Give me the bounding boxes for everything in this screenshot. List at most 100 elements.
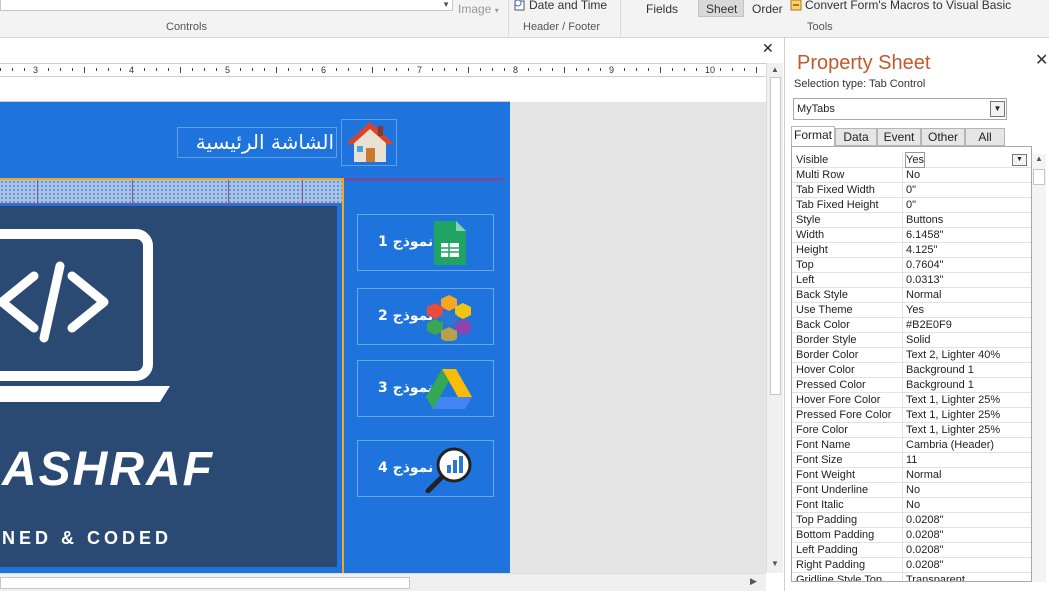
property-value[interactable]: Yes (906, 303, 924, 317)
property-row[interactable]: Border Color Text 2, Lighter 40% (792, 348, 1031, 363)
chevron-down-icon[interactable]: ▼ (990, 101, 1005, 117)
tab-data[interactable]: Data (835, 128, 877, 146)
property-value[interactable]: 0.0208" (906, 558, 944, 572)
property-value[interactable]: 0.0208" (906, 543, 944, 557)
tab-control-strip[interactable] (0, 178, 343, 204)
brand-text: ASHRAF (2, 443, 214, 496)
property-value[interactable]: Normal (906, 468, 941, 482)
property-row[interactable]: Style Buttons (792, 213, 1031, 228)
ruler-number: 4 (129, 65, 135, 75)
page-title[interactable]: الشاشة الرئيسية (177, 127, 337, 158)
order-button[interactable]: Order (752, 2, 783, 16)
property-value[interactable]: 0.0208" (906, 513, 944, 527)
property-row[interactable]: Top Padding 0.0208" (792, 513, 1031, 528)
property-row[interactable]: Font Name Cambria (Header) (792, 438, 1031, 453)
property-row[interactable]: Left Padding 0.0208" (792, 543, 1031, 558)
chevron-down-icon: ▾ (494, 6, 499, 15)
property-row[interactable]: Bottom Padding 0.0208" (792, 528, 1031, 543)
object-selector[interactable]: MyTabs ▼ (793, 98, 1007, 120)
fields-button[interactable]: Fields (646, 2, 678, 16)
property-name: Fore Color (796, 424, 848, 436)
property-row[interactable]: Top 0.7604" (792, 258, 1031, 273)
property-value[interactable]: Normal (906, 288, 941, 302)
property-row[interactable]: Font Size 11 (792, 453, 1031, 468)
convert-macros-button[interactable]: Convert Form's Macros to Visual Basic (790, 0, 1011, 12)
property-value[interactable]: 6.1458" (906, 228, 944, 242)
property-value[interactable]: 4.125" (906, 243, 937, 257)
nav-button-form-3[interactable]: نموذج 3 (357, 360, 494, 417)
property-scrollbar[interactable]: ▲ (1032, 154, 1046, 582)
horizontal-scrollbar[interactable]: ▶ (0, 573, 766, 591)
home-button[interactable] (341, 119, 397, 166)
sheet-button[interactable]: Sheet (706, 2, 737, 16)
property-row[interactable]: Tab Fixed Height 0" (792, 198, 1031, 213)
close-icon[interactable]: ✕ (762, 40, 774, 57)
property-row[interactable]: Right Padding 0.0208" (792, 558, 1031, 573)
property-value[interactable]: 0.7604" (906, 258, 944, 272)
property-row[interactable]: Visible Yes ▼ (792, 152, 1031, 168)
property-row[interactable]: Height 4.125" (792, 243, 1031, 258)
property-row[interactable]: Border Style Solid (792, 333, 1031, 348)
property-value[interactable]: Transparent (906, 573, 965, 581)
property-value[interactable]: Cambria (Header) (906, 438, 994, 452)
close-icon[interactable]: ✕ (1035, 50, 1048, 70)
tab-all[interactable]: All (965, 128, 1005, 146)
form-canvas[interactable]: الشاشة الرئيسية ASHRAF NED & CODED نموذج… (0, 102, 510, 573)
logo-image[interactable]: ASHRAF NED & CODED (0, 206, 337, 567)
tab-event[interactable]: Event (877, 128, 921, 146)
property-row[interactable]: Left 0.0313" (792, 273, 1031, 288)
nav-button-form-1[interactable]: نموذج 1 (357, 214, 494, 271)
vertical-scrollbar[interactable]: ▲ ▼ (766, 63, 783, 573)
property-row[interactable]: Multi Row No (792, 168, 1031, 183)
control-combo[interactable]: ▼ (0, 0, 453, 11)
property-value[interactable]: Text 1, Lighter 25% (906, 423, 1000, 437)
property-value[interactable]: Text 1, Lighter 25% (906, 408, 1000, 422)
date-time-button[interactable]: Date and Time (514, 0, 607, 12)
property-row[interactable]: Tab Fixed Width 0" (792, 183, 1031, 198)
property-value[interactable]: No (906, 498, 920, 512)
property-value[interactable]: 11 (906, 453, 917, 467)
property-value[interactable]: Background 1 (906, 378, 974, 392)
property-value[interactable]: 0" (906, 183, 916, 197)
calendar-clock-icon (514, 0, 525, 11)
property-value[interactable]: Text 1, Lighter 25% (906, 393, 1000, 407)
property-row[interactable]: Font Weight Normal (792, 468, 1031, 483)
property-name: Height (796, 244, 828, 256)
nav-button-form-2[interactable]: نموذج 2 (357, 288, 494, 345)
property-sheet-title: Property Sheet (797, 52, 931, 74)
property-sheet: Property Sheet ✕ Selection type: Tab Con… (784, 38, 1049, 591)
property-row[interactable]: Back Style Normal (792, 288, 1031, 303)
property-row[interactable]: Gridline Style Top Transparent (792, 573, 1031, 581)
property-row[interactable]: Pressed Fore Color Text 1, Lighter 25% (792, 408, 1031, 423)
property-value[interactable]: Yes (905, 152, 925, 168)
property-row[interactable]: Hover Color Background 1 (792, 363, 1031, 378)
property-value[interactable]: Solid (906, 333, 930, 347)
property-row[interactable]: Width 6.1458" (792, 228, 1031, 243)
property-value[interactable]: #B2E0F9 (906, 318, 952, 332)
property-value[interactable]: 0" (906, 198, 916, 212)
property-value[interactable]: Buttons (906, 213, 943, 227)
image-button[interactable]: Image ▾ (458, 2, 499, 16)
chevron-down-icon[interactable]: ▼ (1012, 154, 1027, 166)
property-value[interactable]: Background 1 (906, 363, 974, 377)
home-icon (347, 122, 393, 162)
property-value[interactable]: No (906, 483, 920, 497)
property-row[interactable]: Font Italic No (792, 498, 1031, 513)
nav-button-form-4[interactable]: نموذج 4 (357, 440, 494, 497)
scroll-right-icon[interactable]: ▶ (750, 576, 757, 587)
property-value[interactable]: 0.0208" (906, 528, 944, 542)
property-value[interactable]: Text 2, Lighter 40% (906, 348, 1000, 362)
tab-format[interactable]: Format (791, 126, 835, 147)
scroll-down-icon[interactable]: ▼ (771, 559, 779, 568)
property-value[interactable]: 0.0313" (906, 273, 944, 287)
property-row[interactable]: Use Theme Yes (792, 303, 1031, 318)
tab-other[interactable]: Other (921, 128, 965, 146)
property-value[interactable]: No (906, 168, 920, 182)
scroll-up-icon[interactable]: ▲ (771, 65, 779, 74)
property-row[interactable]: Pressed Color Background 1 (792, 378, 1031, 393)
property-row[interactable]: Fore Color Text 1, Lighter 25% (792, 423, 1031, 438)
scroll-up-icon[interactable]: ▲ (1035, 154, 1043, 163)
property-row[interactable]: Font Underline No (792, 483, 1031, 498)
property-row[interactable]: Hover Fore Color Text 1, Lighter 25% (792, 393, 1031, 408)
property-row[interactable]: Back Color #B2E0F9 (792, 318, 1031, 333)
